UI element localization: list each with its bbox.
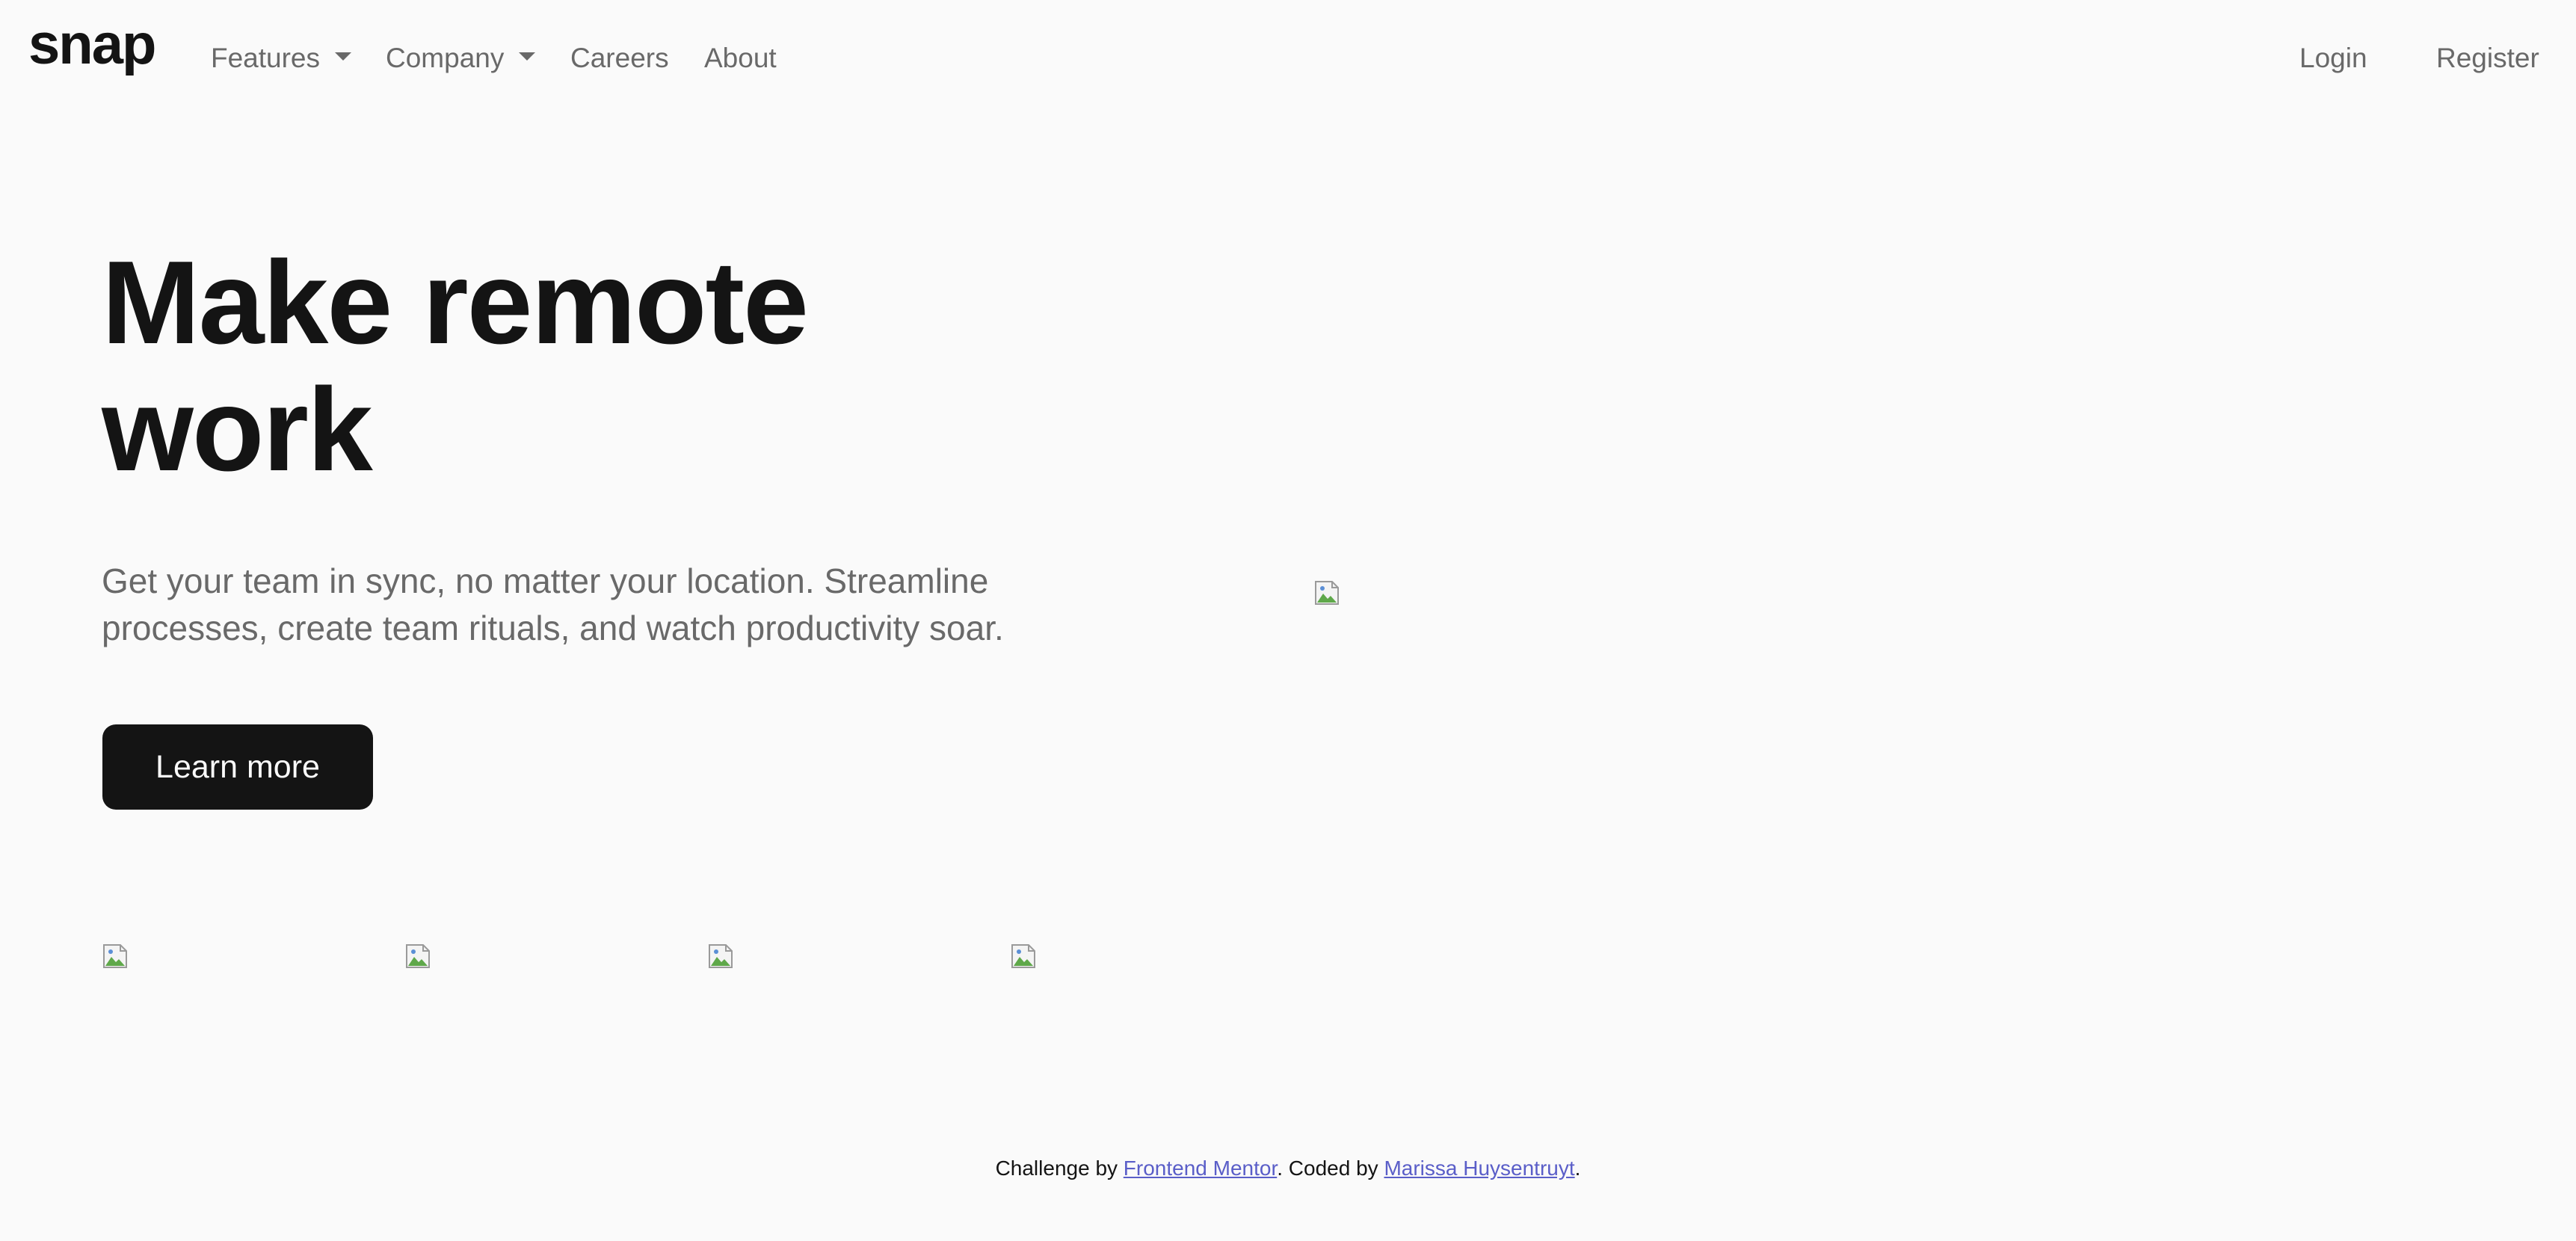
register-link[interactable]: Register <box>2436 42 2539 75</box>
page: snap Features Company Careers About Logi… <box>0 0 2576 1241</box>
nav-about-label: About <box>704 43 777 73</box>
nav-features-label: Features <box>211 43 321 73</box>
chevron-down-icon <box>519 52 536 61</box>
hero-title: Make remote work <box>102 237 809 496</box>
login-link[interactable]: Login <box>2299 42 2367 75</box>
nav-careers[interactable]: Careers <box>570 42 669 75</box>
broken-image-icon <box>1315 581 1339 605</box>
nav-features[interactable]: Features <box>211 42 352 75</box>
learn-more-button[interactable]: Learn more <box>102 724 373 810</box>
broken-image-icon <box>103 944 127 968</box>
broken-image-icon <box>709 944 733 968</box>
broken-image-icon <box>406 944 430 968</box>
attribution-prefix: Challenge by <box>995 1157 1124 1180</box>
nav-careers-label: Careers <box>570 43 669 73</box>
frontend-mentor-link[interactable]: Frontend Mentor <box>1124 1157 1277 1180</box>
nav-company[interactable]: Company <box>386 42 536 75</box>
attribution-suffix: . <box>1574 1157 1581 1180</box>
attribution: Challenge by Frontend Mentor. Coded by M… <box>0 1157 2576 1180</box>
chevron-down-icon <box>335 52 352 61</box>
attribution-middle: . Coded by <box>1277 1157 1384 1180</box>
snap-logo[interactable]: snap <box>28 16 156 73</box>
hero-subtitle: Get your team in sync, no matter your lo… <box>102 561 1004 647</box>
nav-about[interactable]: About <box>704 42 777 75</box>
broken-image-icon <box>1011 944 1035 968</box>
nav-company-label: Company <box>386 43 505 73</box>
author-link[interactable]: Marissa Huysentruyt <box>1384 1157 1574 1180</box>
